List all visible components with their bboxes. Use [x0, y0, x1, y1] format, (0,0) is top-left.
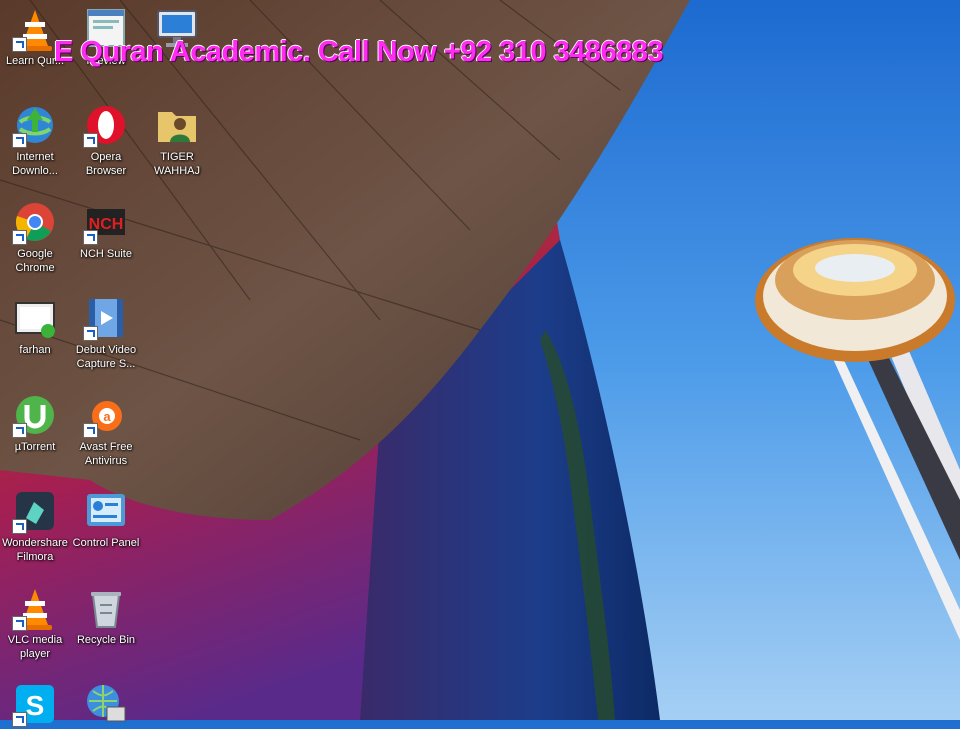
desktop-icon-label: Control Panel: [72, 537, 140, 549]
shortcut-arrow-icon: [12, 519, 27, 534]
shortcut-arrow-icon: [12, 230, 27, 245]
desktop-icon-label: NCH Suite: [80, 248, 132, 260]
opera-icon: [83, 102, 129, 148]
desktop-icon-label: Wondershare Filmora: [2, 537, 68, 563]
shortcut-arrow-icon: [12, 616, 27, 631]
desktop-icon-label: µTorrent: [14, 441, 56, 453]
shortcut-arrow-icon: [83, 230, 98, 245]
desktop-icon-nch-suite[interactable]: NCH NCH Suite: [71, 199, 141, 261]
svg-text:a: a: [103, 409, 111, 424]
desktop-icon-control-panel[interactable]: Control Panel: [71, 488, 141, 550]
desktop-icon-label: Avast Free Antivirus: [79, 441, 133, 467]
desktop-icon-label: TIGER WAHHAJ: [153, 151, 201, 177]
desktop-icon-network[interactable]: [71, 681, 141, 729]
desktop-icon-tiger-wahhaj[interactable]: TIGER WAHHAJ: [142, 102, 212, 178]
desktop-icon-label: farhan: [19, 344, 51, 356]
desktop-icon-label: Google Chrome: [15, 248, 55, 274]
shortcut-arrow-icon: [12, 423, 27, 438]
desktop-icon-avast[interactable]: a Avast Free Antivirus: [71, 392, 141, 468]
vlc-cone-icon: [12, 585, 58, 631]
desktop-icon-internet-download[interactable]: Internet Downlo...: [0, 102, 70, 178]
network-globe-icon: [83, 681, 129, 727]
recycle-bin-icon: [83, 585, 129, 631]
desktop-icon-vlc[interactable]: VLC media player: [0, 585, 70, 661]
desktop-icon-farhan[interactable]: farhan: [0, 295, 70, 357]
desktop-icon-label: Opera Browser: [85, 151, 127, 177]
idm-globe-icon: [12, 102, 58, 148]
shortcut-arrow-icon: [83, 133, 98, 148]
avast-icon: a: [83, 392, 129, 438]
desktop-icon-utorrent[interactable]: µTorrent: [0, 392, 70, 454]
desktop-icon-label: VLC media player: [7, 634, 63, 660]
nch-icon: NCH: [83, 199, 129, 245]
video-file-icon: [12, 295, 58, 341]
desktop-icon-skype[interactable]: S: [0, 681, 70, 729]
desktop-icon-label: Recycle Bin: [76, 634, 136, 646]
desktop-icon-filmora[interactable]: Wondershare Filmora: [0, 488, 70, 564]
shortcut-arrow-icon: [12, 37, 27, 52]
desktop-icon-google-chrome[interactable]: Google Chrome: [0, 199, 70, 275]
svg-text:S: S: [26, 690, 45, 721]
user-folder-icon: [154, 102, 200, 148]
overlay-banner-text: E Quran Academic. Call Now +92 310 34868…: [54, 36, 664, 68]
desktop-icon-opera[interactable]: Opera Browser: [71, 102, 141, 178]
control-panel-icon: [83, 488, 129, 534]
film-strip-icon: [83, 295, 129, 341]
shortcut-arrow-icon: [12, 133, 27, 148]
chrome-icon: [12, 199, 58, 245]
skype-icon: S: [12, 681, 58, 727]
filmora-icon: [12, 488, 58, 534]
desktop-icon-debut-video[interactable]: Debut Video Capture S...: [71, 295, 141, 371]
desktop-icon-label: Debut Video Capture S...: [75, 344, 137, 370]
desktop-icon-recycle-bin[interactable]: Recycle Bin: [71, 585, 141, 647]
desktop-icon-label: Internet Downlo...: [12, 151, 58, 177]
vlc-cone-icon: [12, 6, 58, 52]
utorrent-icon: [12, 392, 58, 438]
shortcut-arrow-icon: [83, 326, 98, 341]
shortcut-arrow-icon: [83, 423, 98, 438]
